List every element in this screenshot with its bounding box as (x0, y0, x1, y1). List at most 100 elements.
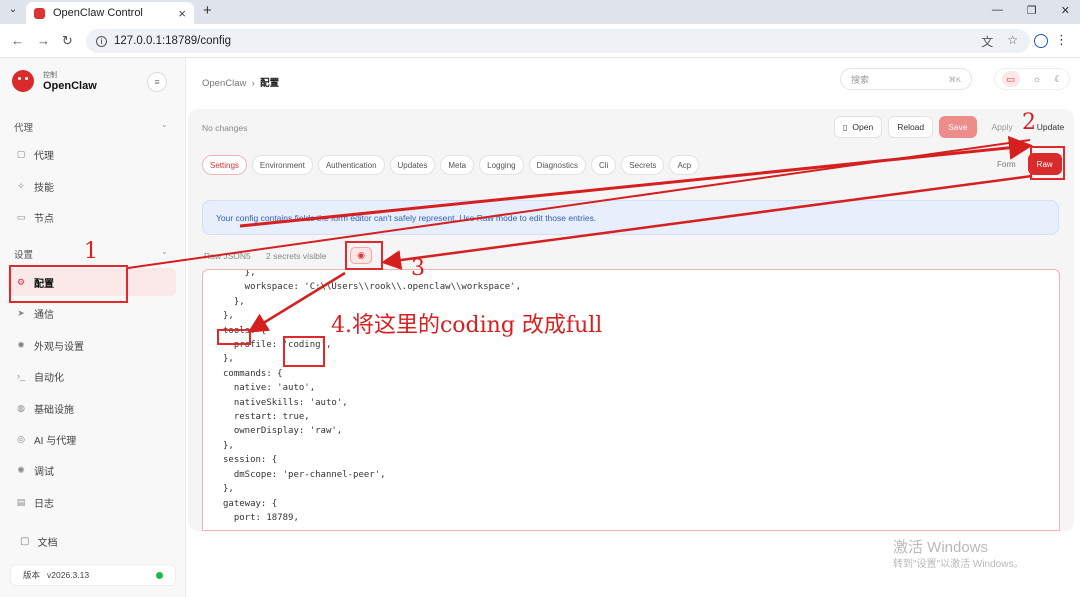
config-actions: ▯ Open Reload Save Apply Update (834, 116, 1073, 138)
config-panel: No changes ▯ Open Reload Save Apply Updat… (188, 109, 1074, 531)
sidebar-item-label: 配置 (34, 278, 54, 290)
sidebar-item-logs[interactable]: ▤ 日志 (8, 488, 176, 516)
tab-diagnostics[interactable]: Diagnostics (528, 155, 586, 175)
version-badge: 版本 v2026.3.13 (10, 564, 176, 586)
code-line[interactable]: gateway: { (223, 497, 521, 511)
sidebar-item-appearance[interactable]: ✹ 外观与设置 (8, 331, 176, 359)
sidebar-collapse-button[interactable]: ≡ (147, 72, 167, 92)
eye-icon[interactable]: ◉ (350, 247, 372, 264)
section-settings-heading[interactable]: 设置 (14, 247, 33, 261)
form-mode-button[interactable]: Form (988, 153, 1025, 175)
url-text: 127.0.0.1:18789/config (114, 35, 232, 47)
maximize-icon[interactable]: ❐ (1027, 4, 1037, 17)
breadcrumb-root[interactable]: OpenClaw (202, 78, 246, 89)
tab-acp[interactable]: Acp (669, 155, 700, 175)
code-line[interactable]: commands: { (223, 367, 521, 381)
minimize-icon[interactable]: — (992, 4, 1003, 17)
tab-authentication[interactable]: Authentication (317, 155, 385, 175)
sidebar-item-automation[interactable]: ›_ 自动化 (8, 362, 176, 390)
sidebar-item-debug[interactable]: ✺ 调试 (8, 456, 176, 484)
code-line[interactable]: profile: 'coding', (223, 338, 521, 352)
code-line[interactable]: dmScope: 'per-channel-peer', (223, 468, 521, 482)
favicon-icon (34, 7, 45, 19)
code-line[interactable]: }, (223, 352, 521, 366)
reload-button[interactable]: Reload (888, 116, 934, 138)
page-header: OpenClaw › 配置 搜索 ⌘K ▭ ☼ ☾ (186, 58, 1080, 102)
code-line[interactable]: native: 'auto', (223, 381, 521, 395)
raw-mode-button[interactable]: Raw (1027, 153, 1062, 175)
code-line[interactable]: }, (223, 295, 521, 309)
apply-button[interactable]: Apply (983, 116, 1022, 138)
code-line[interactable]: restart: true, (223, 410, 521, 424)
back-icon[interactable]: ← (11, 33, 24, 48)
monitor-icon: ▭ (16, 211, 26, 222)
search-input[interactable]: 搜索 ⌘K (840, 68, 972, 90)
code-line[interactable]: }, (223, 482, 521, 496)
chevron-down-icon[interactable]: ⌄ (161, 247, 168, 256)
page-title: 配置 (260, 78, 280, 89)
book-icon: ▢ (20, 536, 30, 547)
browser-tab[interactable]: OpenClaw Control × (26, 2, 194, 24)
tab-secrets[interactable]: Secrets (621, 155, 665, 175)
sun-theme-icon[interactable]: ☼ (1033, 74, 1041, 84)
code-line[interactable]: port: 18789, (223, 511, 521, 525)
moon-theme-icon[interactable]: ☾ (1054, 74, 1062, 85)
code-line[interactable]: nativeSkills: 'auto', (223, 396, 521, 410)
file-icon: ▯ (843, 122, 848, 132)
tab-cli[interactable]: Cli (590, 155, 617, 175)
sidebar-item-skills[interactable]: ✧ 技能 (8, 172, 176, 200)
raw-json5-label: Raw JSON5 (204, 251, 251, 261)
bookmark-star-icon[interactable]: ☆ (1007, 33, 1018, 50)
tab-meta[interactable]: Meta (440, 155, 475, 175)
code-line[interactable]: }, (223, 439, 521, 453)
sidebar-item-infrastructure[interactable]: ◍ 基础设施 (8, 394, 176, 422)
open-button[interactable]: ▯ Open (834, 116, 883, 138)
sidebar-item-nodes[interactable]: ▭ 节点 (8, 203, 176, 231)
sidebar-item-label: 基础设施 (34, 404, 74, 416)
sidebar-item-label: 技能 (34, 182, 54, 194)
code-line[interactable]: session: { (223, 453, 521, 467)
tab-updates[interactable]: Updates (389, 155, 436, 175)
search-placeholder: 搜索 (851, 74, 870, 85)
chevron-down-icon[interactable]: ⌄ (161, 120, 168, 129)
folder-icon: ▢ (16, 148, 26, 159)
site-info-icon[interactable]: i (96, 35, 107, 47)
window-close-icon[interactable]: ✕ (1061, 4, 1070, 17)
sidebar-item-label: 调试 (34, 466, 54, 478)
file-icon: ▤ (16, 496, 26, 507)
tab-settings[interactable]: Settings (202, 155, 247, 175)
address-bar[interactable]: i 127.0.0.1:18789/config 文 ☆ (86, 29, 1030, 53)
close-icon[interactable]: × (178, 6, 186, 21)
code-line[interactable]: workspace: 'C:\\Users\\rook\\.openclaw\\… (223, 280, 521, 294)
sidebar-docs-link[interactable]: ▢ 文档 (20, 534, 57, 549)
raw-config-editor[interactable]: }, workspace: 'C:\\Users\\rook\\.opencla… (202, 269, 1060, 531)
save-button[interactable]: Save (939, 116, 977, 138)
sidebar: 控制 OpenClaw ≡ 代理 ⌄ ▢ 代理 ✧ 技能 ▭ 节点 设置 ⌄ ⚙ 配置 … (0, 58, 186, 597)
sidebar-item-agents[interactable]: ▢ 代理 (8, 140, 176, 168)
forward-icon[interactable]: → (37, 33, 50, 48)
terminal-icon: ›_ (16, 371, 25, 381)
editor-mode-toggle: Form Raw (988, 153, 1062, 175)
update-button[interactable]: Update (1028, 116, 1073, 138)
section-agents-heading[interactable]: 代理 (14, 120, 33, 134)
brand-name: OpenClaw (43, 80, 97, 92)
version-label: 版本 (23, 570, 41, 580)
translate-icon[interactable]: 文 (981, 33, 993, 50)
code-line[interactable]: ownerDisplay: 'raw', (223, 424, 521, 438)
tab-logging[interactable]: Logging (479, 155, 524, 175)
brand: 控制 OpenClaw (12, 70, 97, 92)
code-line[interactable]: }, (223, 270, 521, 280)
code-line[interactable]: tools: { (223, 324, 521, 338)
menu-kebab-icon[interactable]: ⋮ (1055, 32, 1068, 48)
tab-list-icon[interactable]: ⌄ (6, 4, 20, 18)
code-line[interactable]: }, (223, 309, 521, 323)
sidebar-item-config[interactable]: ⚙ 配置 (8, 268, 176, 296)
profile-avatar-icon[interactable] (1034, 34, 1048, 48)
code-content[interactable]: }, workspace: 'C:\\Users\\rook\\.opencla… (223, 270, 521, 525)
tab-environment[interactable]: Environment (251, 155, 313, 175)
sidebar-item-ai-agents[interactable]: ◎ AI 与代理 (8, 425, 176, 453)
sidebar-item-communication[interactable]: ➤ 通信 (8, 299, 176, 327)
new-tab-icon[interactable]: + (203, 2, 212, 19)
refresh-icon[interactable]: ↻ (62, 33, 73, 49)
monitor-theme-icon[interactable]: ▭ (1001, 71, 1020, 87)
